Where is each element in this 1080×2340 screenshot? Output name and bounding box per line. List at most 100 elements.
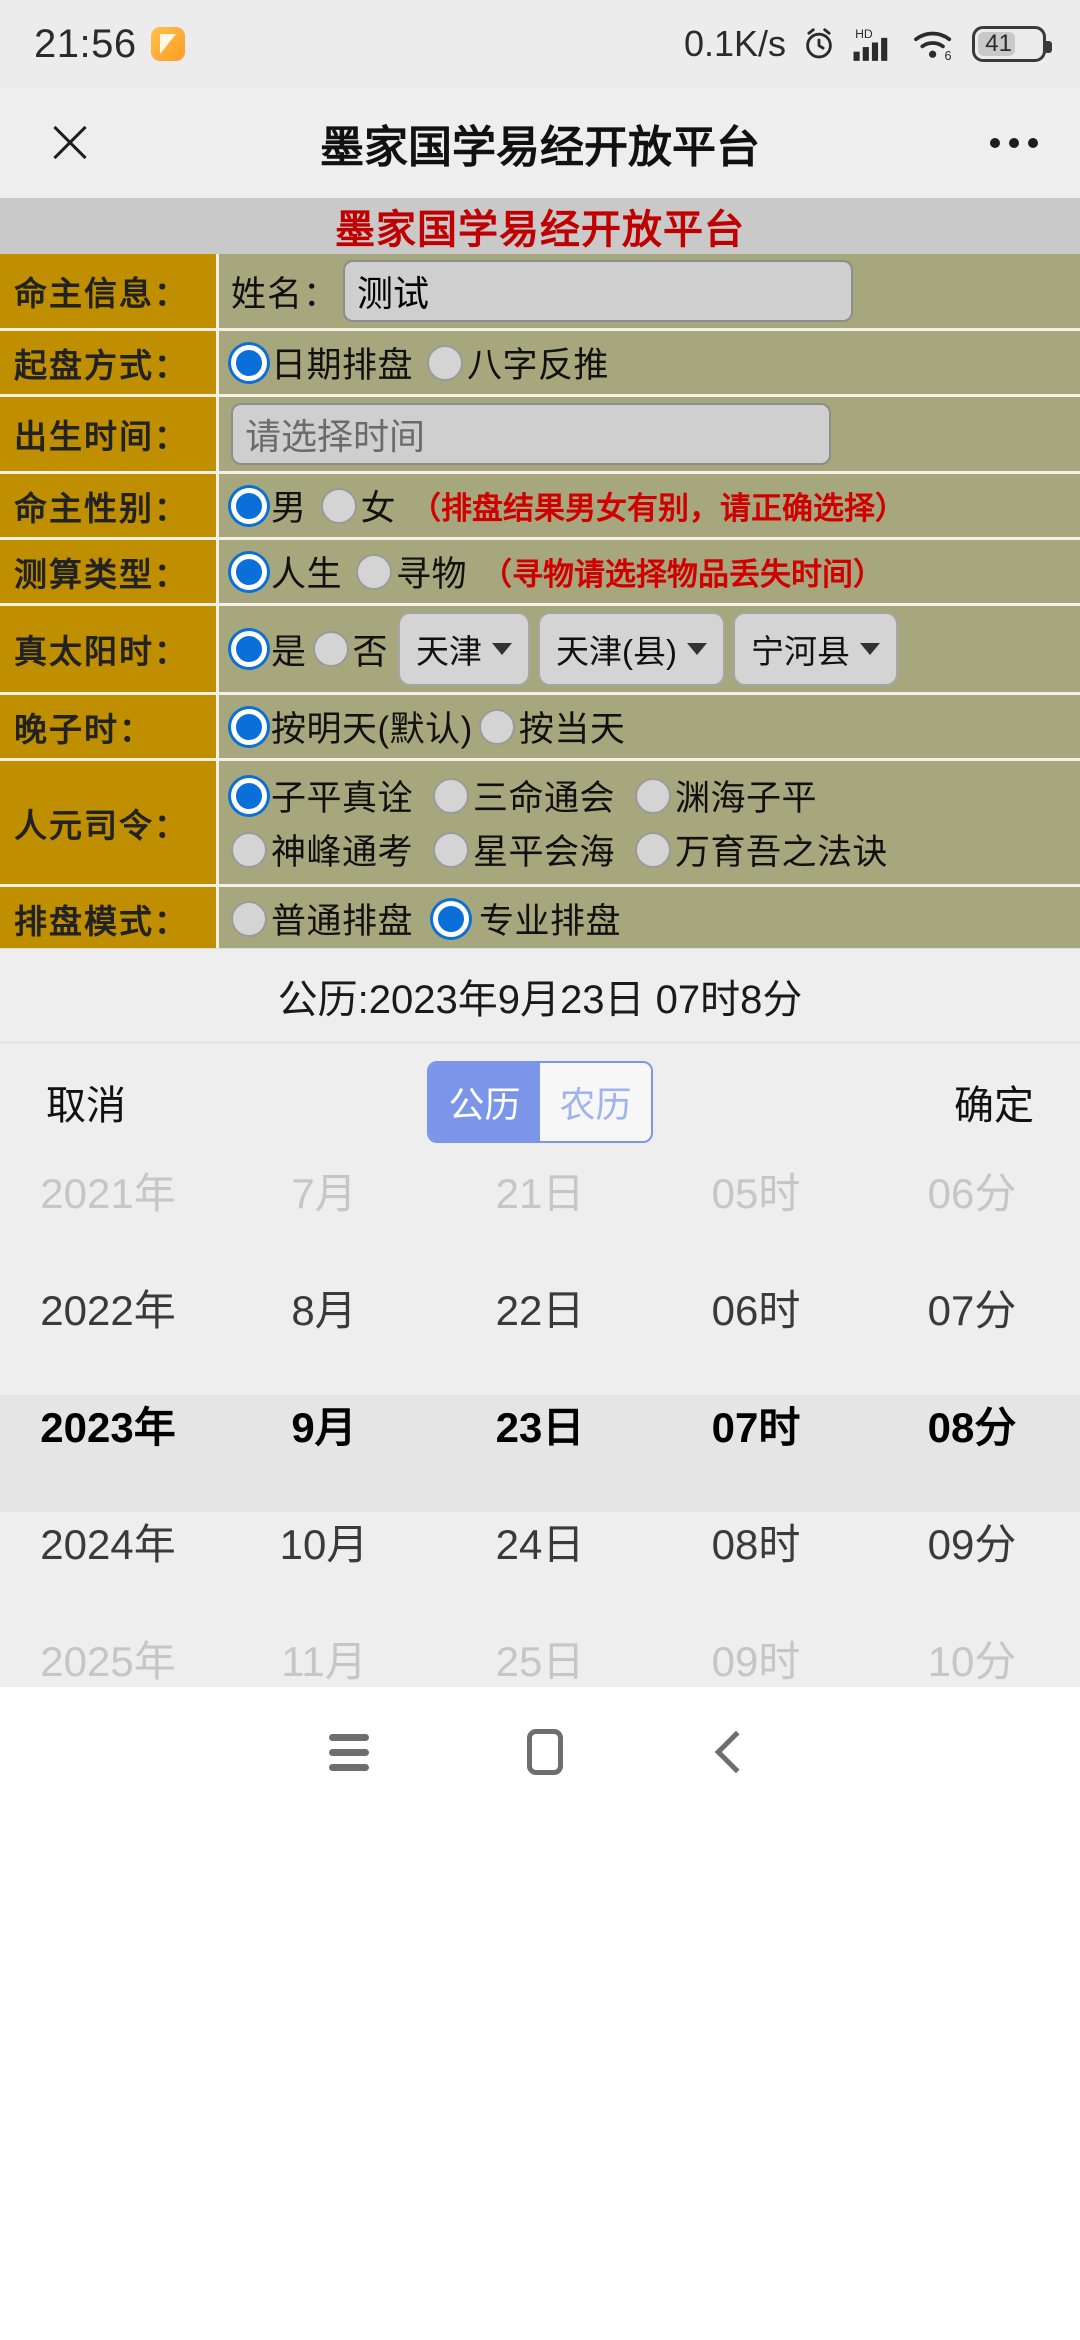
radio-late-zi-today[interactable]: 按当天 (479, 701, 640, 752)
home-icon[interactable] (527, 1729, 563, 1775)
picker-columns: 2021年 2022年 2023年 2024年 2025年 7月 8月 9月 1… (0, 1161, 1080, 1687)
radio-dot (231, 832, 267, 868)
radio-dot (231, 709, 267, 745)
picker-item[interactable]: 09时 (648, 1600, 864, 1688)
status-bar-left: 21:56 (34, 22, 185, 67)
picker-item-selected[interactable]: 2023年 (0, 1366, 216, 1483)
radio-dot (427, 345, 463, 381)
month-column[interactable]: 7月 8月 9月 10月 11月 (216, 1161, 432, 1687)
radio-yuanhai-ziping[interactable]: 渊海子平 (635, 770, 831, 821)
radio-gender-male[interactable]: 男 (231, 480, 321, 531)
birth-time-input[interactable]: 请选择时间 (231, 403, 831, 465)
more-options-icon[interactable] (990, 138, 1038, 148)
radio-chart-method-date[interactable]: 日期排盘 (231, 337, 427, 388)
label-gender: 命主性别： (0, 474, 219, 540)
radio-true-solar-yes[interactable]: 是 (231, 624, 313, 675)
picker-item[interactable]: 07分 (864, 1249, 1080, 1366)
district-select[interactable]: 宁河县 (733, 612, 898, 686)
android-nav-bar (0, 1687, 1080, 1817)
date-time-picker: 2021年 2022年 2023年 2024年 2025年 7月 8月 9月 1… (0, 1161, 1080, 1687)
form-row-ren-yuan-si-ling: 人元司令： 子平真诠 三命通会 渊海子平 (0, 761, 1080, 887)
picker-item-selected[interactable]: 23日 (432, 1366, 648, 1483)
radio-gender-female[interactable]: 女 (321, 480, 411, 531)
radio-chart-mode-normal[interactable]: 普通排盘 (231, 893, 433, 944)
picker-item[interactable]: 2021年 (0, 1161, 216, 1249)
picker-item[interactable]: 7月 (216, 1161, 432, 1249)
back-icon[interactable] (715, 1731, 757, 1773)
radio-dot (635, 778, 671, 814)
picker-item[interactable]: 06时 (648, 1249, 864, 1366)
picker-item[interactable]: 2024年 (0, 1483, 216, 1600)
city-select[interactable]: 天津(县) (538, 612, 725, 686)
picker-item-selected[interactable]: 9月 (216, 1366, 432, 1483)
label-calc-type: 测算类型： (0, 540, 219, 606)
radio-true-solar-no[interactable]: 否 (313, 624, 391, 675)
selected-date-text: 公历:2023年9月23日 07时8分 (278, 967, 803, 1025)
radio-dot (231, 488, 267, 524)
picker-cancel-button[interactable]: 取消 (46, 1073, 126, 1131)
svg-text:HD: HD (855, 27, 873, 41)
svg-text:6: 6 (945, 49, 952, 63)
recents-icon[interactable] (329, 1734, 369, 1771)
picker-item[interactable]: 11月 (216, 1600, 432, 1688)
name-input[interactable]: 测试 (343, 260, 853, 322)
radio-dot (433, 832, 469, 868)
hour-column[interactable]: 05时 06时 07时 08时 09时 (648, 1161, 864, 1687)
radio-xingping-huihai[interactable]: 星平会海 (433, 824, 629, 875)
radio-late-zi-tomorrow[interactable]: 按明天(默认) (231, 701, 479, 752)
picker-item[interactable]: 2022年 (0, 1249, 216, 1366)
radio-chart-method-bazi[interactable]: 八字反推 (427, 337, 623, 388)
radio-dot (321, 488, 357, 524)
radio-chart-mode-pro[interactable]: 专业排盘 (433, 893, 635, 944)
form-row-calc-type: 测算类型： 人生 寻物 （寻物请选择物品丢失时间） (0, 540, 1080, 606)
radio-wanyuwu-fajue[interactable]: 万育吾之法诀 (635, 824, 902, 875)
picker-item[interactable]: 10分 (864, 1600, 1080, 1688)
picker-item[interactable]: 21日 (432, 1161, 648, 1249)
form-row-chart-mode: 排盘模式： 普通排盘 专业排盘 (0, 887, 1080, 948)
battery-level: 41 (985, 30, 1012, 58)
picker-item[interactable]: 06分 (864, 1161, 1080, 1249)
picker-item[interactable]: 08时 (648, 1483, 864, 1600)
radio-shenfeng-tongkao[interactable]: 神峰通考 (231, 824, 427, 875)
gender-note: （排盘结果男女有别，请正确选择） (410, 483, 906, 528)
picker-item[interactable]: 10月 (216, 1483, 432, 1600)
tab-lunar-calendar[interactable]: 农历 (540, 1063, 651, 1141)
form-row-gender: 命主性别： 男 女 （排盘结果男女有别，请正确选择） (0, 474, 1080, 540)
label-chart-method: 起盘方式： (0, 331, 219, 397)
picker-item[interactable]: 22日 (432, 1249, 648, 1366)
radio-calc-type-find[interactable]: 寻物 (356, 546, 481, 597)
label-owner-info: 命主信息： (0, 254, 219, 331)
picker-item-selected[interactable]: 07时 (648, 1366, 864, 1483)
province-select[interactable]: 天津 (398, 612, 530, 686)
radio-calc-type-life[interactable]: 人生 (231, 546, 356, 597)
picker-item[interactable]: 2025年 (0, 1600, 216, 1688)
app-title-bar: 墨家国学易经开放平台 (0, 88, 1080, 198)
status-bar: 21:56 0.1K/s HD 6 41 (0, 0, 1080, 88)
form-row-owner-info: 命主信息： 姓名： 测试 (0, 254, 1080, 331)
year-column[interactable]: 2021年 2022年 2023年 2024年 2025年 (0, 1161, 216, 1687)
picker-item[interactable]: 8月 (216, 1249, 432, 1366)
radio-dot (231, 631, 267, 667)
picker-item[interactable]: 09分 (864, 1483, 1080, 1600)
radio-dot (231, 554, 267, 590)
chevron-down-icon (860, 643, 880, 655)
picker-item[interactable]: 24日 (432, 1483, 648, 1600)
picker-item[interactable]: 05时 (648, 1161, 864, 1249)
label-true-solar-time: 真太阳时： (0, 606, 219, 695)
picker-confirm-button[interactable]: 确定 (954, 1073, 1034, 1131)
radio-dot (231, 778, 267, 814)
picker-item-selected[interactable]: 08分 (864, 1366, 1080, 1483)
day-column[interactable]: 21日 22日 23日 24日 25日 (432, 1161, 648, 1687)
label-late-zi-hour: 晚子时： (0, 695, 219, 761)
radio-ziping-zhenquan[interactable]: 子平真诠 (231, 770, 427, 821)
cellular-signal-icon: HD (852, 25, 898, 63)
tab-solar-calendar[interactable]: 公历 (429, 1063, 540, 1141)
wifi-6-icon: 6 (912, 25, 958, 63)
radio-dot (313, 631, 349, 667)
picker-item[interactable]: 25日 (432, 1600, 648, 1688)
page-banner-title: 墨家国学易经开放平台 (335, 198, 745, 255)
close-icon[interactable] (42, 115, 98, 171)
radio-sanming-tonghui[interactable]: 三命通会 (433, 770, 629, 821)
chevron-down-icon (687, 643, 707, 655)
minute-column[interactable]: 06分 07分 08分 09分 10分 (864, 1161, 1080, 1687)
